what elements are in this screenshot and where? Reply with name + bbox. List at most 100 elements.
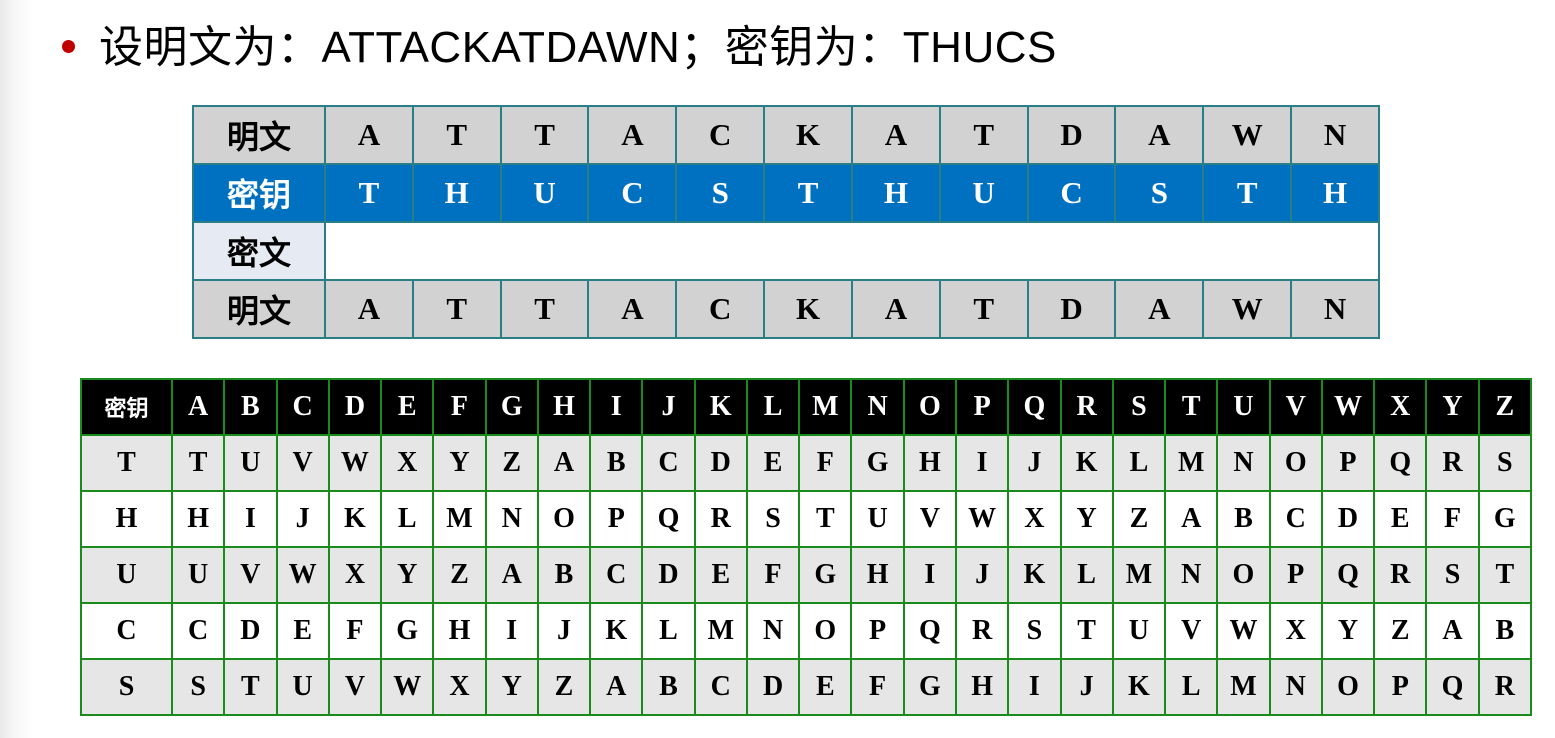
plaintext-cell: C [675,279,766,339]
square-cell: R [1425,434,1480,492]
square-cell: T [798,490,853,548]
key-cell: U [499,163,590,223]
row-key-label: H [80,490,173,548]
square-cell: T [1059,602,1114,660]
square-cell: Q [641,490,696,548]
square-row: CCDEFGHIJKLMNOPQRSTUVWXYZAB [80,602,1533,660]
square-cell: V [902,490,957,548]
bullet-icon [62,39,75,53]
square-cell: Q [1320,546,1376,604]
square-cell: U [1111,602,1167,660]
square-cell: Y [1320,602,1376,660]
square-cell: Q [1425,658,1480,716]
square-cell: V [1164,602,1219,660]
square-cell: F [1425,490,1480,548]
square-cell: D [693,434,748,492]
square-cell: I [954,434,1010,492]
square-cell: V [275,434,330,492]
header-cell: V [1268,378,1323,436]
row-key-label: C [80,602,173,660]
plaintext-cell: C [675,105,766,165]
square-cell: G [850,434,905,492]
square-cell: U [223,434,278,492]
square-cell: T [1477,546,1533,604]
plaintext-cell: A [587,105,678,165]
square-cell: F [327,602,383,660]
square-cell: L [1164,658,1219,716]
plaintext-row: 明文 A T T A C K A T D A W N [192,105,1380,165]
plaintext-cell: T [411,105,502,165]
plaintext-cell: T [411,279,502,339]
square-cell: Y [1059,490,1114,548]
header-cell: H [536,378,592,436]
square-cell: A [589,658,644,716]
square-cell: H [850,546,905,604]
square-cell: O [1216,546,1271,604]
plaintext-cell: N [1290,105,1380,165]
square-cell: T [223,658,278,716]
key-cell: H [850,163,941,223]
plaintext-row: 明文 A T T A C K A T D A W N [192,279,1380,339]
square-cell: W [954,490,1010,548]
square-cell: B [1216,490,1271,548]
plaintext-cell: A [1114,105,1205,165]
plaintext-cell: A [587,279,678,339]
square-cell: H [902,434,957,492]
key-cell: U [938,163,1029,223]
square-cell: J [275,490,330,548]
square-cell: N [1164,546,1219,604]
plaintext-cell: T [499,105,590,165]
key-cell: H [1290,163,1380,223]
square-cell: I [902,546,957,604]
header-cell: Y [1425,378,1480,436]
header-cell: G [484,378,539,436]
square-cell: Y [380,546,435,604]
square-cell: Z [536,658,592,716]
header-cell: B [223,378,278,436]
plaintext-cell: A [324,279,414,339]
header-cell: U [1216,378,1271,436]
square-cell: B [641,658,696,716]
square-row: HHIJKLMNOPQRSTUVWXYZABCDEFG [80,490,1533,548]
square-cell: G [798,546,853,604]
header-cell: D [327,378,383,436]
key-cell: C [587,163,678,223]
square-cell: S [1477,434,1533,492]
plaintext-cell: D [1026,279,1117,339]
square-cell: W [380,658,435,716]
square-cell: M [1216,658,1271,716]
square-cell: L [1111,434,1167,492]
header-cell: O [902,378,957,436]
square-cell: O [1268,434,1323,492]
square-cell: Y [484,658,539,716]
header-cell: F [432,378,487,436]
square-cell: E [1373,490,1428,548]
title-text: 设明文为：ATTACKATDAWN；密钥为：THUCS [99,23,1057,72]
square-cell: F [798,434,853,492]
square-cell: P [1373,658,1428,716]
header-cell: X [1373,378,1428,436]
square-cell: K [1059,434,1114,492]
square-cell: N [484,490,539,548]
key-cell: S [675,163,766,223]
plaintext-cell: D [1026,105,1117,165]
square-cell: P [1268,546,1323,604]
square-cell: O [1320,658,1376,716]
header-cell: L [745,378,801,436]
square-cell: B [536,546,592,604]
key-cell: C [1026,163,1117,223]
square-cell: O [798,602,853,660]
square-cell: V [223,546,278,604]
key-cell: H [411,163,502,223]
plaintext-cell: N [1290,279,1380,339]
square-cell: K [1007,546,1062,604]
header-cell: N [850,378,905,436]
row-label: 明文 [192,105,326,165]
square-cell: W [327,434,383,492]
square-cell: C [1268,490,1323,548]
plaintext-cell: T [938,105,1029,165]
square-cell: J [954,546,1010,604]
square-cell: Q [1373,434,1428,492]
square-cell: D [223,602,278,660]
square-cell: L [641,602,696,660]
